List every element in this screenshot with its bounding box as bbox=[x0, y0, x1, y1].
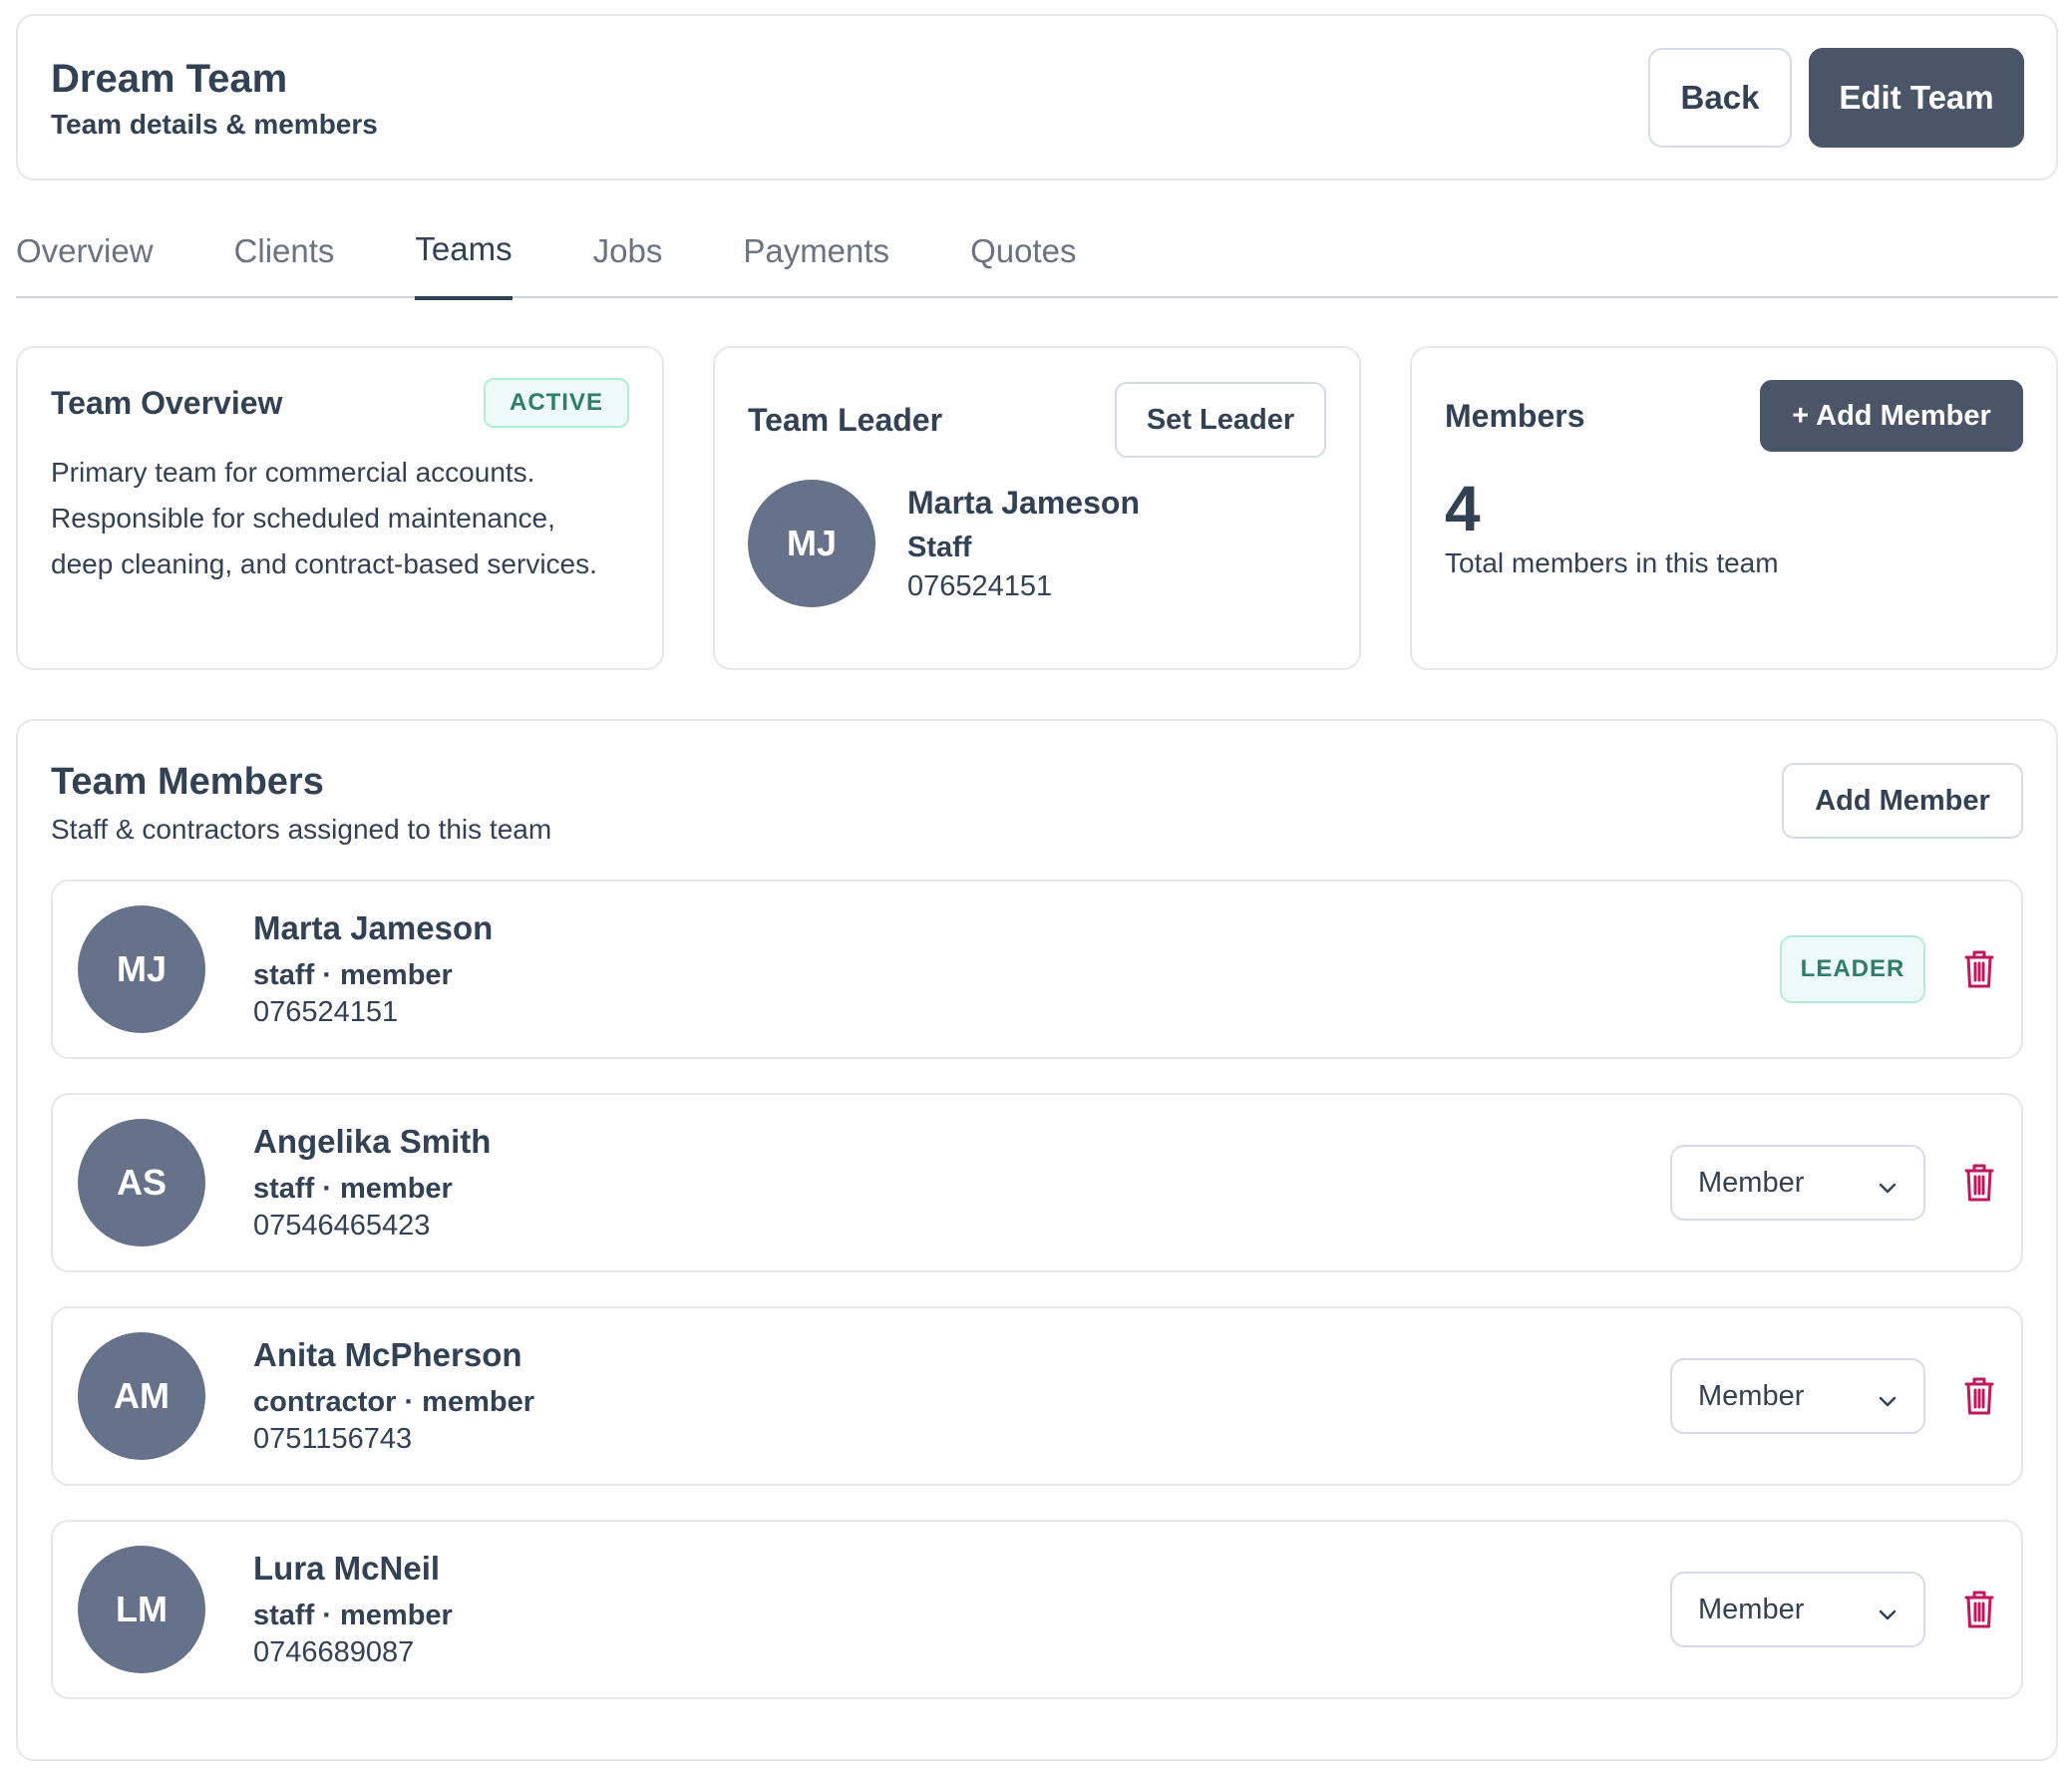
trash-icon[interactable] bbox=[1963, 1590, 1995, 1629]
card-header: Members + Add Member bbox=[1445, 380, 2023, 452]
leader-info: Marta Jameson Staff 076524151 bbox=[907, 485, 1140, 603]
leader-badge: LEADER bbox=[1780, 935, 1925, 1003]
team-overview-card: Team Overview ACTIVE Primary team for co… bbox=[16, 346, 664, 670]
team-members-panel: Team Members Staff & contractors assigne… bbox=[16, 719, 2058, 1761]
status-badge: ACTIVE bbox=[483, 378, 629, 428]
card-title: Team Leader bbox=[748, 401, 943, 438]
summary-cards: Team Overview ACTIVE Primary team for co… bbox=[16, 346, 2058, 670]
card-header: Team Overview ACTIVE bbox=[51, 378, 629, 428]
page-subtitle: Team details & members bbox=[51, 108, 378, 140]
members-caption: Total members in this team bbox=[1445, 547, 1779, 578]
add-member-button[interactable]: + Add Member bbox=[1760, 380, 2023, 452]
member-actions: LEADER bbox=[1780, 935, 1995, 1003]
tab-bar: Overview Clients Teams Jobs Payments Quo… bbox=[16, 218, 2058, 300]
avatar: AM bbox=[78, 1332, 205, 1460]
chevron-down-icon bbox=[1878, 1600, 1898, 1620]
card-title: Team Overview bbox=[51, 384, 283, 421]
team-leader-card: Team Leader Set Leader MJ Marta Jameson … bbox=[713, 346, 1361, 670]
member-meta: staff · member bbox=[253, 959, 453, 991]
chevron-down-icon bbox=[1878, 1386, 1898, 1407]
panel-header: Team Members Staff & contractors assigne… bbox=[51, 761, 2023, 846]
members-card: Members + Add Member 4 Total members in … bbox=[1410, 346, 2058, 670]
leader-phone: 076524151 bbox=[907, 569, 1053, 602]
member-row: AM Anita McPherson contractor · member 0… bbox=[51, 1306, 2023, 1486]
member-phone: 076524151 bbox=[253, 996, 399, 1028]
members-count: 4 bbox=[1445, 473, 1481, 544]
avatar: AS bbox=[78, 1119, 205, 1247]
leader-row: MJ Marta Jameson Staff 076524151 bbox=[748, 480, 1326, 607]
set-leader-button[interactable]: Set Leader bbox=[1115, 382, 1326, 458]
card-title: Members bbox=[1445, 397, 1585, 434]
member-name: Lura McNeil bbox=[253, 1550, 441, 1587]
avatar: LM bbox=[78, 1546, 205, 1673]
tab-teams[interactable]: Teams bbox=[415, 218, 513, 300]
page: Dream Team Team details & members Back E… bbox=[16, 14, 2058, 1761]
member-info: Anita McPherson contractor · member 0751… bbox=[253, 1336, 534, 1456]
member-info: Marta Jameson staff · member 076524151 bbox=[253, 909, 493, 1029]
avatar: MJ bbox=[748, 480, 875, 607]
edit-team-button[interactable]: Edit Team bbox=[1809, 47, 2024, 148]
member-meta: contractor · member bbox=[253, 1386, 535, 1418]
member-name: Marta Jameson bbox=[253, 909, 494, 946]
card-header: Team Leader Set Leader bbox=[748, 382, 1326, 458]
member-meta: staff · member bbox=[253, 1173, 453, 1205]
role-select[interactable]: Member bbox=[1670, 1358, 1925, 1434]
role-select[interactable]: Member bbox=[1670, 1145, 1925, 1221]
avatar: MJ bbox=[78, 905, 205, 1033]
leader-role: Staff bbox=[907, 531, 972, 563]
member-row: LM Lura McNeil staff · member 0746689087… bbox=[51, 1520, 2023, 1699]
role-select[interactable]: Member bbox=[1670, 1572, 1925, 1647]
member-name: Angelika Smith bbox=[253, 1123, 492, 1160]
member-phone: 0746689087 bbox=[253, 1636, 415, 1668]
member-info: Lura McNeil staff · member 0746689087 bbox=[253, 1550, 453, 1669]
leader-name: Marta Jameson bbox=[907, 484, 1140, 521]
tab-quotes[interactable]: Quotes bbox=[970, 218, 1076, 298]
member-info: Angelika Smith staff · member 0754646542… bbox=[253, 1123, 491, 1243]
header-actions: Back Edit Team bbox=[1648, 47, 2024, 148]
chevron-down-icon bbox=[1878, 1173, 1898, 1194]
member-phone: 0751156743 bbox=[253, 1423, 413, 1455]
member-row: AS Angelika Smith staff · member 0754646… bbox=[51, 1093, 2023, 1272]
trash-icon[interactable] bbox=[1963, 1163, 1995, 1203]
tab-overview[interactable]: Overview bbox=[16, 218, 154, 298]
role-select-value: Member bbox=[1698, 1166, 1805, 1199]
team-description: Primary team for commercial accounts. Re… bbox=[51, 457, 597, 579]
title-block: Dream Team Team details & members bbox=[51, 55, 378, 141]
page-title: Dream Team bbox=[51, 56, 288, 101]
panel-title-block: Team Members Staff & contractors assigne… bbox=[51, 761, 551, 846]
member-name: Anita McPherson bbox=[253, 1336, 522, 1373]
panel-title: Team Members bbox=[51, 761, 324, 803]
member-actions: Member bbox=[1670, 1145, 1995, 1221]
member-actions: Member bbox=[1670, 1358, 1995, 1434]
page-header: Dream Team Team details & members Back E… bbox=[16, 14, 2058, 180]
member-list: MJ Marta Jameson staff · member 07652415… bbox=[51, 880, 2023, 1699]
add-member-button[interactable]: Add Member bbox=[1782, 763, 2023, 839]
member-actions: Member bbox=[1670, 1572, 1995, 1647]
tab-clients[interactable]: Clients bbox=[234, 218, 335, 298]
panel-subtitle: Staff & contractors assigned to this tea… bbox=[51, 814, 552, 845]
back-button[interactable]: Back bbox=[1648, 47, 1792, 148]
trash-icon[interactable] bbox=[1963, 1376, 1995, 1416]
tab-jobs[interactable]: Jobs bbox=[593, 218, 663, 298]
role-select-value: Member bbox=[1698, 1379, 1805, 1412]
member-phone: 07546465423 bbox=[253, 1210, 431, 1242]
trash-icon[interactable] bbox=[1963, 949, 1995, 989]
member-meta: staff · member bbox=[253, 1600, 453, 1631]
tab-payments[interactable]: Payments bbox=[743, 218, 889, 298]
role-select-value: Member bbox=[1698, 1593, 1805, 1625]
member-row: MJ Marta Jameson staff · member 07652415… bbox=[51, 880, 2023, 1059]
